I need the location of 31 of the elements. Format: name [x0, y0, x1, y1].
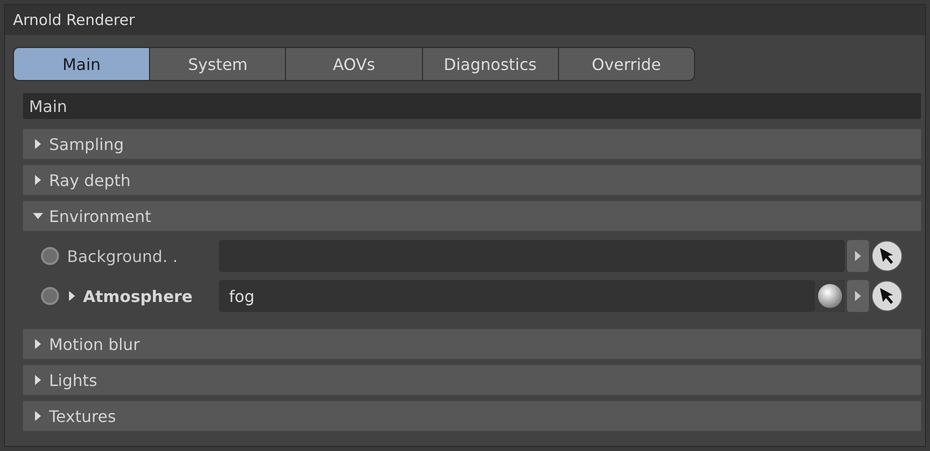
- menu-button[interactable]: [847, 240, 869, 272]
- group-label: Sampling: [49, 134, 124, 154]
- shader-ball-icon: [817, 283, 843, 309]
- group-header[interactable]: Ray depth: [23, 165, 921, 195]
- pointer-icon[interactable]: [871, 280, 903, 312]
- window-title: Arnold Renderer: [5, 5, 925, 35]
- group-header[interactable]: Textures: [23, 401, 921, 431]
- group-label: Textures: [49, 406, 116, 426]
- group-header[interactable]: Environment: [23, 201, 921, 231]
- group-header[interactable]: Motion blur: [23, 329, 921, 359]
- animation-toggle[interactable]: [41, 287, 59, 305]
- animation-toggle[interactable]: [41, 247, 59, 265]
- caret-icon: [855, 251, 861, 261]
- group-header[interactable]: Sampling: [23, 129, 921, 159]
- tab[interactable]: Main: [14, 48, 150, 80]
- pointer-icon[interactable]: [871, 240, 903, 272]
- group-label: Lights: [49, 370, 98, 390]
- group-label: Environment: [49, 206, 152, 226]
- tab[interactable]: Diagnostics: [422, 48, 559, 80]
- group-label: Motion blur: [49, 334, 140, 354]
- section-header: Main: [23, 93, 921, 119]
- tab[interactable]: AOVs: [286, 48, 423, 80]
- parameter-label: Background. .: [67, 246, 178, 266]
- menu-button[interactable]: [847, 280, 869, 312]
- tab[interactable]: System: [150, 48, 286, 80]
- link-field[interactable]: fog: [219, 280, 815, 312]
- parameter-label: Atmosphere: [83, 286, 193, 306]
- group-label: Ray depth: [49, 170, 131, 190]
- caret-icon: [855, 291, 861, 301]
- tab[interactable]: Override: [558, 48, 694, 80]
- group-header[interactable]: Lights: [23, 365, 921, 395]
